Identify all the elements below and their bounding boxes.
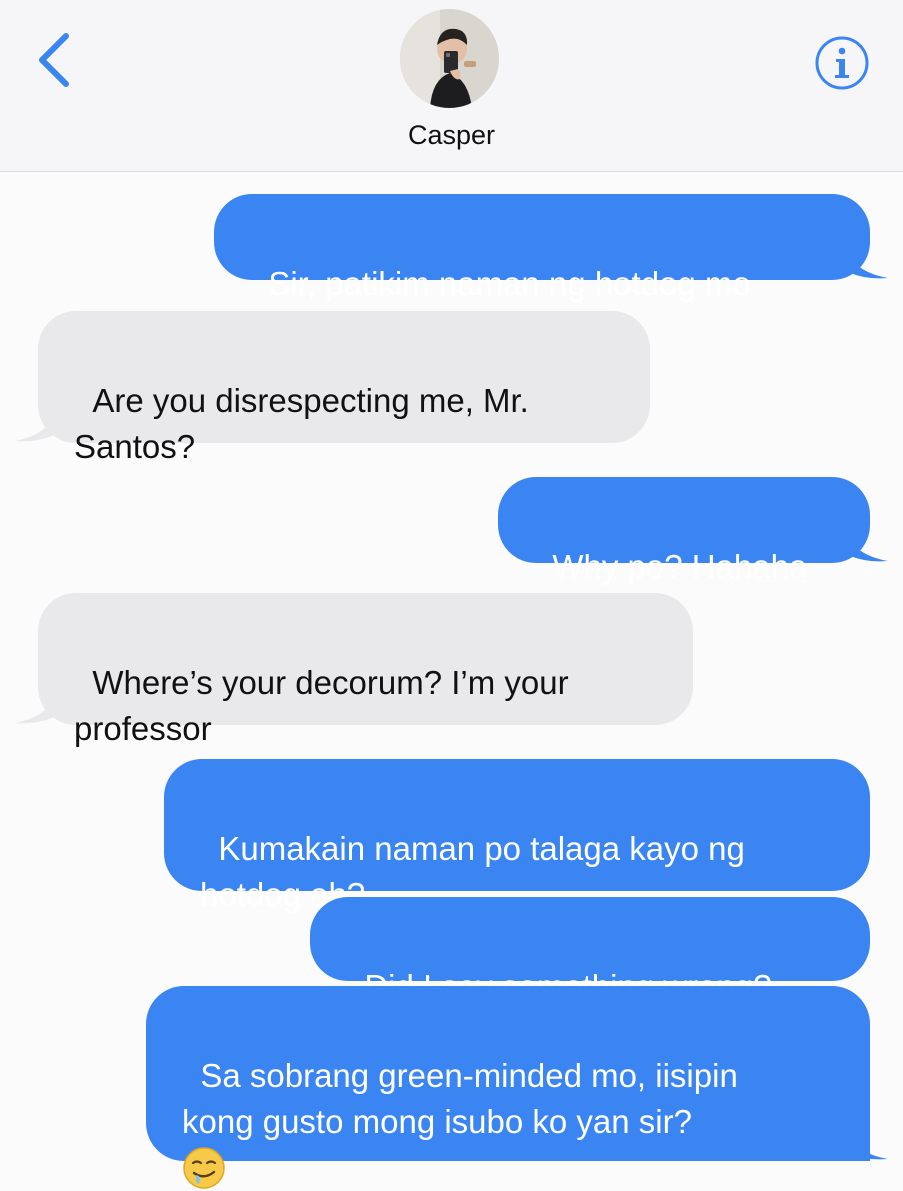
message-bubble-sent[interactable]: Kumakain naman po talaga kayo ng hotdog … bbox=[164, 759, 870, 913]
message-text: Where’s your decorum? I’m your professor bbox=[74, 664, 569, 747]
bubble-tail bbox=[848, 250, 888, 279]
bubble-tail bbox=[848, 1131, 888, 1160]
contact-avatar[interactable] bbox=[400, 9, 499, 108]
bubble-tail bbox=[14, 413, 54, 442]
bubble-tail bbox=[848, 533, 888, 562]
message-bubble-received[interactable]: Are you disrespecting me, Mr. Santos? bbox=[38, 311, 650, 465]
message-bubble-sent[interactable]: Did I say something wrong? bbox=[310, 897, 870, 1005]
bubble-tail bbox=[14, 695, 54, 724]
message-bubble-sent[interactable]: Sa sobrang green-minded mo, iisipin kong… bbox=[146, 986, 870, 1190]
info-button[interactable] bbox=[814, 35, 870, 91]
message-text: Why po? Hahaha bbox=[552, 548, 808, 585]
message-bubble-sent[interactable]: Sir, patikim naman ng hotdog mo bbox=[214, 194, 870, 302]
conversation-header: Casper bbox=[0, 0, 903, 172]
contact-name[interactable]: Casper bbox=[0, 120, 903, 151]
avatar-photo bbox=[400, 9, 499, 108]
chevron-left-icon bbox=[39, 33, 69, 87]
info-icon bbox=[815, 36, 869, 90]
drooling-face-emoji bbox=[183, 1147, 225, 1190]
message-text: Sa sobrang green-minded mo, iisipin kong… bbox=[182, 1057, 738, 1140]
message-text: Are you disrespecting me, Mr. Santos? bbox=[74, 382, 529, 465]
message-bubble-received[interactable]: Where’s your decorum? I’m your professor bbox=[38, 593, 693, 747]
message-bubble-sent[interactable]: Why po? Hahaha bbox=[498, 477, 870, 585]
back-button[interactable] bbox=[30, 30, 80, 90]
message-text: Sir, patikim naman ng hotdog mo bbox=[268, 265, 751, 302]
